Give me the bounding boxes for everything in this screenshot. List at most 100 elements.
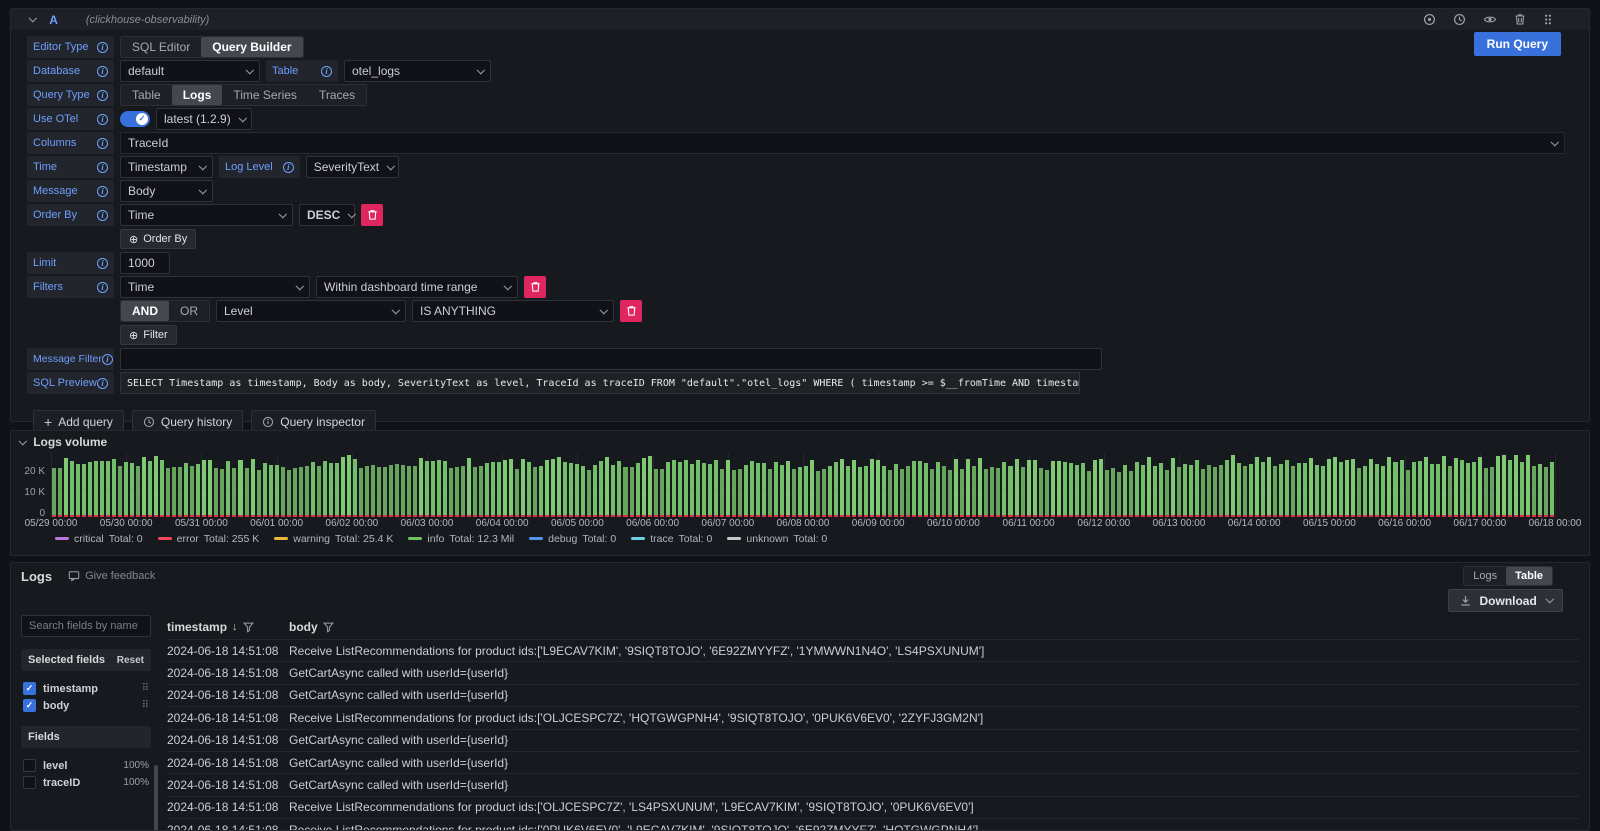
legend-item[interactable]: criticalTotal: 0 xyxy=(55,533,143,545)
legend-series-label[interactable]: trace xyxy=(650,533,673,545)
query-builder-option[interactable]: Query Builder xyxy=(201,37,302,57)
log-table-row[interactable]: 2024-06-18 14:51:08Receive ListRecommend… xyxy=(167,796,1579,818)
field-checkbox-unchecked[interactable] xyxy=(23,776,36,789)
limit-input[interactable] xyxy=(120,252,170,274)
drag-handle-icon[interactable]: ⠿ xyxy=(142,700,149,711)
message-column-select[interactable]: Body xyxy=(120,180,213,202)
sort-descending-icon[interactable]: ↓ xyxy=(232,621,238,633)
query-type-table-option[interactable]: Table xyxy=(121,85,172,105)
info-icon[interactable]: i xyxy=(321,66,332,77)
logs-volume-bar xyxy=(732,470,736,517)
add-order-by-button[interactable]: ⊕ Order By xyxy=(120,229,196,249)
legend-item[interactable]: unknownTotal: 0 xyxy=(727,533,827,545)
query-row-header[interactable]: A (clickhouse-observability) xyxy=(11,9,1589,30)
filter2-operator-select[interactable]: IS ANYTHING xyxy=(412,300,614,322)
log-table-row[interactable]: 2024-06-18 14:51:08GetCartAsync called w… xyxy=(167,751,1579,773)
filter-operator-select[interactable]: Within dashboard time range xyxy=(316,276,518,298)
and-condition-option[interactable]: AND xyxy=(121,301,169,321)
filter-funnel-icon[interactable] xyxy=(323,622,334,633)
search-fields-input[interactable] xyxy=(21,615,151,637)
legend-item[interactable]: debugTotal: 0 xyxy=(529,533,616,545)
info-icon[interactable]: i xyxy=(97,90,108,101)
info-icon[interactable]: i xyxy=(102,354,113,365)
reset-fields-button[interactable]: Reset xyxy=(117,655,144,666)
view-logs-option[interactable]: Logs xyxy=(1464,567,1506,585)
message-filter-input[interactable] xyxy=(120,348,1102,370)
query-history-icon[interactable] xyxy=(1453,13,1466,26)
log-table-row[interactable]: 2024-06-18 14:51:08GetCartAsync called w… xyxy=(167,729,1579,751)
query-type-timeseries-option[interactable]: Time Series xyxy=(222,85,308,105)
log-table-row[interactable]: 2024-06-18 14:51:08GetCartAsync called w… xyxy=(167,661,1579,683)
info-icon[interactable]: i xyxy=(283,162,294,173)
table-select[interactable]: otel_logs xyxy=(344,60,491,82)
info-icon[interactable]: i xyxy=(97,282,108,293)
log-table-row[interactable]: 2024-06-18 14:51:08GetCartAsync called w… xyxy=(167,684,1579,706)
field-checkbox-checked[interactable]: ✓ xyxy=(23,682,36,695)
remove-order-by-button[interactable] xyxy=(361,204,383,226)
info-icon[interactable]: i xyxy=(97,138,108,149)
drag-handle-icon[interactable]: ⠿ xyxy=(142,683,149,694)
log-table-row[interactable]: 2024-06-18 14:51:08Receive ListRecommend… xyxy=(167,639,1579,661)
logs-volume-bar xyxy=(1412,462,1416,517)
legend-series-label[interactable]: critical xyxy=(74,533,104,545)
remove-query-trash-icon[interactable] xyxy=(1514,13,1526,26)
field-checkbox-unchecked[interactable] xyxy=(23,759,36,772)
logs-volume-bar xyxy=(245,468,249,517)
columns-multiselect[interactable]: TraceId xyxy=(120,132,1565,154)
legend-series-label[interactable]: debug xyxy=(548,533,577,545)
body-column-header[interactable]: body xyxy=(289,620,1579,634)
scrollbar-thumb[interactable] xyxy=(154,765,158,831)
legend-item[interactable]: warningTotal: 25.4 K xyxy=(274,533,393,545)
add-filter-button[interactable]: ⊕ Filter xyxy=(120,325,177,345)
query-type-traces-option[interactable]: Traces xyxy=(308,85,366,105)
remove-filter-button[interactable] xyxy=(524,276,546,298)
filter-field-select[interactable]: Time xyxy=(120,276,310,298)
filter2-field-select[interactable]: Level xyxy=(216,300,406,322)
sql-editor-option[interactable]: SQL Editor xyxy=(121,37,201,57)
query-type-label: Query Type i xyxy=(27,84,114,106)
drag-query-handle-icon[interactable] xyxy=(1543,13,1553,26)
panel-collapse-chevron-icon[interactable] xyxy=(18,437,27,446)
log-level-column-select[interactable]: SeverityText xyxy=(306,156,399,178)
plus-icon: + xyxy=(44,414,52,430)
download-button[interactable]: Download xyxy=(1448,589,1563,612)
legend-item[interactable]: errorTotal: 255 K xyxy=(158,533,260,545)
legend-item[interactable]: infoTotal: 12.3 Mil xyxy=(408,533,514,545)
legend-series-label[interactable]: warning xyxy=(293,533,330,545)
order-by-direction-select[interactable]: DESC xyxy=(299,204,355,226)
view-table-option[interactable]: Table xyxy=(1506,567,1552,585)
filter-funnel-icon[interactable] xyxy=(243,622,254,633)
otel-version-select[interactable]: latest (1.2.9) xyxy=(156,108,252,130)
or-condition-option[interactable]: OR xyxy=(169,301,209,321)
info-icon[interactable]: i xyxy=(97,162,108,173)
order-by-field-select[interactable]: Time xyxy=(120,204,293,226)
time-column-select[interactable]: Timestamp xyxy=(120,156,213,178)
run-query-button[interactable]: Run Query xyxy=(1474,32,1561,56)
info-icon[interactable]: i xyxy=(97,258,108,269)
database-select[interactable]: default xyxy=(120,60,260,82)
sql-preview-text[interactable]: SELECT Timestamp as timestamp, Body as b… xyxy=(120,372,1080,394)
info-icon[interactable]: i xyxy=(97,186,108,197)
info-icon[interactable]: i xyxy=(97,378,108,389)
remove-filter2-button[interactable] xyxy=(620,300,642,322)
legend-series-label[interactable]: error xyxy=(177,533,199,545)
use-otel-toggle[interactable]: ✓ xyxy=(120,111,150,127)
legend-item[interactable]: traceTotal: 0 xyxy=(631,533,712,545)
info-icon[interactable]: i xyxy=(97,210,108,221)
legend-series-label[interactable]: unknown xyxy=(746,533,788,545)
query-type-logs-option[interactable]: Logs xyxy=(172,85,223,105)
info-icon[interactable]: i xyxy=(97,66,108,77)
log-table-row[interactable]: 2024-06-18 14:51:08Receive ListRecommend… xyxy=(167,706,1579,728)
info-icon[interactable]: i xyxy=(97,114,108,125)
legend-series-label[interactable]: info xyxy=(427,533,444,545)
info-icon[interactable]: i xyxy=(97,42,108,53)
timestamp-column-header[interactable]: timestamp ↓ xyxy=(167,620,289,634)
log-table-row[interactable]: 2024-06-18 14:51:08GetCartAsync called w… xyxy=(167,773,1579,795)
log-table-row[interactable]: 2024-06-18 14:51:08Receive ListRecommend… xyxy=(167,818,1579,831)
collapse-chevron-icon[interactable] xyxy=(28,14,37,23)
give-feedback-link[interactable]: Give feedback xyxy=(68,570,155,582)
chart-plot-area[interactable] xyxy=(51,453,1555,517)
hide-query-eye-icon[interactable] xyxy=(1483,13,1497,26)
field-checkbox-checked[interactable]: ✓ xyxy=(23,699,36,712)
datasource-help-icon[interactable] xyxy=(1423,13,1436,26)
